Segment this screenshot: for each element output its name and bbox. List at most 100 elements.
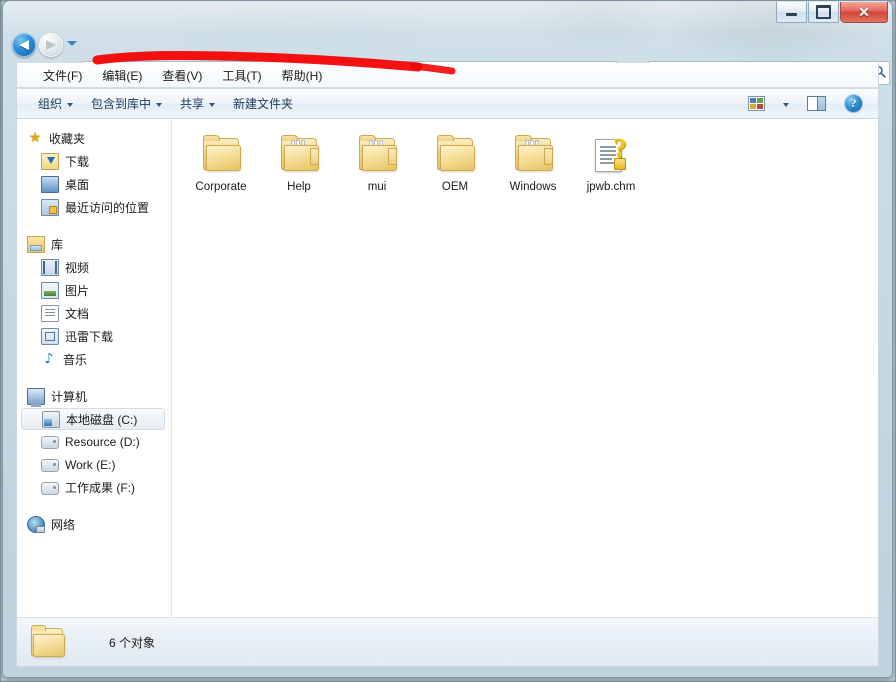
status-folder-icon bbox=[31, 625, 71, 659]
change-view-button[interactable] bbox=[739, 92, 774, 115]
minimize-button[interactable] bbox=[776, 2, 807, 23]
recent-places-icon bbox=[41, 199, 59, 216]
system-drive-icon bbox=[42, 411, 60, 428]
library-icon bbox=[27, 236, 45, 253]
documents-icon bbox=[41, 305, 59, 322]
view-mode-icon bbox=[748, 96, 765, 111]
maximize-restore-button[interactable] bbox=[808, 2, 839, 23]
menu-view[interactable]: 查看(V) bbox=[152, 64, 212, 87]
include-in-library-button[interactable]: 包含到库中 bbox=[82, 91, 171, 116]
sidebar-label: 本地磁盘 (C:) bbox=[66, 411, 137, 428]
computer-icon bbox=[27, 388, 45, 405]
xunlei-icon bbox=[41, 328, 59, 345]
include-in-library-label: 包含到库中 bbox=[91, 95, 151, 112]
folder-icon bbox=[353, 133, 401, 177]
sidebar-label: 下载 bbox=[65, 153, 89, 170]
forward-arrow-icon: ▶ bbox=[46, 39, 56, 52]
title-bar[interactable]: ✕ bbox=[3, 1, 892, 28]
sidebar-item-computer[interactable]: 计算机 bbox=[17, 385, 171, 408]
menu-file[interactable]: 文件(F) bbox=[33, 64, 92, 87]
item-label: Windows bbox=[510, 181, 557, 194]
back-button[interactable]: ◀ bbox=[12, 33, 36, 57]
command-bar: 组织 包含到库中 共享 新建文件夹 bbox=[16, 89, 879, 119]
sidebar-item-pictures[interactable]: 图片 bbox=[17, 279, 171, 302]
sidebar-label: Resource (D:) bbox=[65, 435, 140, 449]
list-item[interactable]: ? jpwb.chm bbox=[572, 131, 650, 200]
organize-button[interactable]: 组织 bbox=[29, 91, 82, 116]
list-item[interactable]: Windows bbox=[494, 131, 572, 200]
item-count-label: 6 个对象 bbox=[109, 634, 155, 651]
item-label: OEM bbox=[442, 181, 468, 194]
sidebar-label: Work (E:) bbox=[65, 458, 115, 472]
chevron-down-icon bbox=[156, 103, 162, 107]
sidebar-item-xunlei-download[interactable]: 迅雷下载 bbox=[17, 325, 171, 348]
preview-pane-icon bbox=[807, 96, 826, 111]
sidebar-item-music[interactable]: ♪ 音乐 bbox=[17, 348, 171, 371]
nav-group-network: 网络 bbox=[17, 513, 171, 536]
sidebar-item-downloads[interactable]: 下载 bbox=[17, 150, 171, 173]
sidebar-item-resource-d[interactable]: Resource (D:) bbox=[17, 430, 171, 453]
close-button[interactable]: ✕ bbox=[840, 2, 888, 23]
sidebar-label: 文档 bbox=[65, 305, 89, 322]
help-icon: ? bbox=[844, 94, 863, 113]
file-list-pane[interactable]: Corporate Help bbox=[172, 119, 878, 617]
item-label: mui bbox=[368, 181, 387, 194]
help-button[interactable]: ? bbox=[835, 90, 872, 117]
address-toolbar: ◀ ▶ ▸ 计算机 ▸ 本地磁盘 (C:) ▸ Windows ▸ Help bbox=[3, 28, 892, 62]
sidebar-item-local-disk-c[interactable]: 本地磁盘 (C:) bbox=[21, 408, 165, 430]
item-label: jpwb.chm bbox=[587, 181, 636, 194]
status-bar: 6 个对象 bbox=[16, 617, 879, 667]
sidebar-label: 迅雷下载 bbox=[65, 328, 113, 345]
folder-icon bbox=[197, 133, 245, 177]
sidebar-label: 音乐 bbox=[63, 351, 87, 368]
download-icon bbox=[41, 153, 59, 170]
list-item[interactable]: mui bbox=[338, 131, 416, 200]
sidebar-label: 视频 bbox=[65, 259, 89, 276]
folder-icon bbox=[431, 133, 479, 177]
menu-bar: 文件(F) 编辑(E) 查看(V) 工具(T) 帮助(H) bbox=[16, 63, 879, 87]
list-item[interactable]: Help bbox=[260, 131, 338, 200]
nav-group-computer: 计算机 本地磁盘 (C:) Resource (D:) Work (E:) bbox=[17, 385, 171, 499]
menu-help[interactable]: 帮助(H) bbox=[272, 64, 333, 87]
sidebar-label: 图片 bbox=[65, 282, 89, 299]
network-icon bbox=[27, 516, 45, 533]
navigation-pane: ★ 收藏夹 下载 桌面 最近访问的位置 bbox=[17, 119, 172, 617]
menu-edit[interactable]: 编辑(E) bbox=[92, 64, 152, 87]
music-icon: ♪ bbox=[41, 352, 57, 367]
sidebar-item-work-results-f[interactable]: 工作成果 (F:) bbox=[17, 476, 171, 499]
chm-help-file-icon: ? bbox=[587, 133, 635, 177]
desktop-icon bbox=[41, 176, 59, 193]
item-label: Corporate bbox=[195, 181, 246, 194]
forward-button[interactable]: ▶ bbox=[39, 33, 63, 57]
sidebar-item-libraries[interactable]: 库 bbox=[17, 233, 171, 256]
sidebar-item-work-e[interactable]: Work (E:) bbox=[17, 453, 171, 476]
menu-tools[interactable]: 工具(T) bbox=[212, 64, 271, 87]
file-items-grid: Corporate Help bbox=[182, 131, 878, 200]
chevron-down-icon bbox=[67, 103, 73, 107]
sidebar-item-recent-places[interactable]: 最近访问的位置 bbox=[17, 196, 171, 219]
sidebar-item-documents[interactable]: 文档 bbox=[17, 302, 171, 325]
sidebar-item-desktop[interactable]: 桌面 bbox=[17, 173, 171, 196]
explorer-window: ✕ ◀ ▶ ▸ 计算机 ▸ 本地磁盘 (C:) bbox=[3, 1, 892, 677]
folder-icon bbox=[509, 133, 557, 177]
view-dropdown-button[interactable] bbox=[774, 97, 798, 111]
history-dropdown-icon[interactable] bbox=[67, 41, 77, 46]
chevron-down-icon bbox=[783, 103, 789, 107]
video-icon bbox=[41, 259, 59, 276]
new-folder-button[interactable]: 新建文件夹 bbox=[224, 91, 302, 116]
sidebar-label: 工作成果 (F:) bbox=[65, 479, 135, 496]
list-item[interactable]: OEM bbox=[416, 131, 494, 200]
sidebar-item-network[interactable]: 网络 bbox=[17, 513, 171, 536]
star-icon: ★ bbox=[27, 131, 43, 146]
close-icon: ✕ bbox=[858, 5, 870, 19]
organize-label: 组织 bbox=[38, 95, 62, 112]
share-with-button[interactable]: 共享 bbox=[171, 91, 224, 116]
main-content-area: ★ 收藏夹 下载 桌面 最近访问的位置 bbox=[16, 119, 879, 617]
drive-icon bbox=[41, 459, 59, 472]
list-item[interactable]: Corporate bbox=[182, 131, 260, 200]
preview-pane-button[interactable] bbox=[798, 92, 835, 115]
item-label: Help bbox=[287, 181, 311, 194]
sidebar-item-favorites[interactable]: ★ 收藏夹 bbox=[17, 127, 171, 150]
sidebar-label: 网络 bbox=[51, 516, 75, 533]
sidebar-item-videos[interactable]: 视频 bbox=[17, 256, 171, 279]
